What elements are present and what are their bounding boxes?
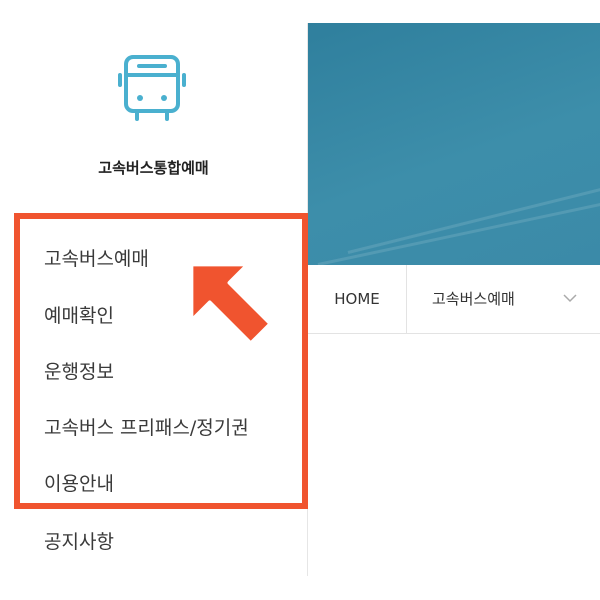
banner (308, 23, 600, 265)
arrow-up-left-icon (189, 262, 273, 346)
app-title[interactable]: 고속버스통합예매 (0, 157, 307, 178)
breadcrumb-dropdown[interactable]: 고속버스예매 (406, 265, 600, 333)
bus-icon (118, 55, 186, 121)
chevron-down-icon (563, 294, 577, 303)
breadcrumb-home[interactable]: HOME (308, 265, 407, 333)
sidebar-item-notice[interactable]: 공지사항 (44, 527, 114, 554)
breadcrumb: HOME 고속버스예매 (308, 265, 600, 334)
banner-decoration (317, 196, 600, 265)
top-margin (0, 0, 600, 23)
banner-decoration (347, 178, 600, 254)
bottom-margin (0, 576, 600, 600)
breadcrumb-current: 고속버스예매 (432, 290, 515, 308)
